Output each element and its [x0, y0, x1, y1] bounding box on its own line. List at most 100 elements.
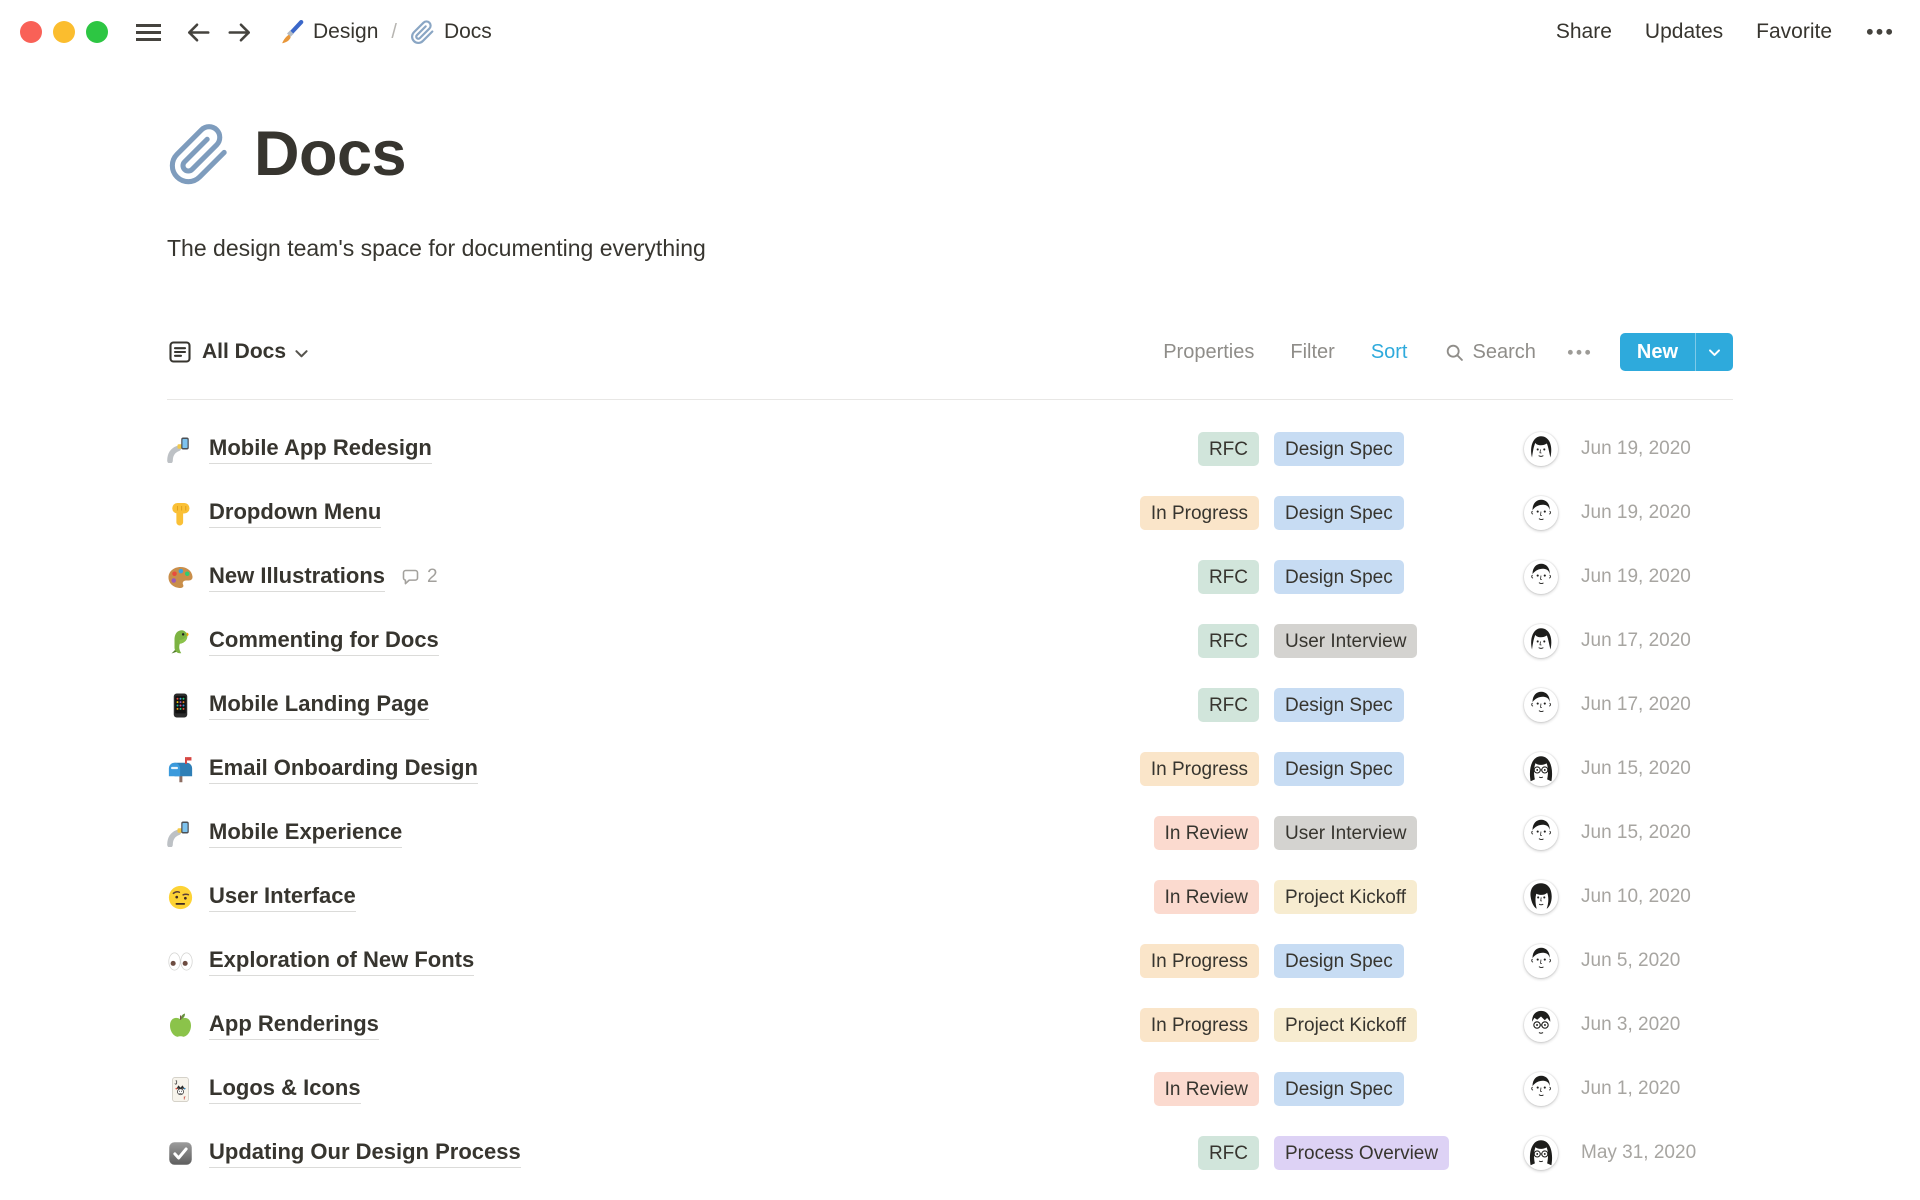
doctype-tag[interactable]: Process Overview [1274, 1136, 1450, 1171]
table-row[interactable]: App Renderings In Progress Project Kicko… [167, 993, 1733, 1057]
table-row[interactable]: Jr Logos & Icons In Review Design Spec J… [167, 1057, 1733, 1121]
status-tag[interactable]: RFC [1197, 624, 1259, 659]
avatar-woman-bob [1524, 432, 1558, 467]
breadcrumb-item-design[interactable]: Design [313, 20, 378, 44]
view-options-icon[interactable] [1566, 348, 1592, 356]
table-row[interactable]: Dropdown Menu In Progress Design Spec Ju… [167, 481, 1733, 545]
doc-title-link[interactable]: Exploration of New Fonts [209, 947, 475, 976]
share-button[interactable]: Share [1556, 20, 1612, 44]
mobile-phone-icon [167, 692, 194, 719]
table-row[interactable]: Mobile Experience In Review User Intervi… [167, 801, 1733, 865]
sort-button[interactable]: Sort [1371, 341, 1408, 364]
new-button-label[interactable]: New [1620, 333, 1695, 371]
more-options-icon[interactable] [1865, 27, 1894, 37]
doctype-tag[interactable]: Project Kickoff [1274, 1008, 1418, 1043]
favorite-button[interactable]: Favorite [1756, 20, 1832, 44]
doctype-tag[interactable]: User Interview [1274, 624, 1418, 659]
status-tag[interactable]: RFC [1197, 688, 1259, 723]
doctype-cell: Design Spec [1274, 752, 1498, 787]
page-subtitle[interactable]: The design team's space for documenting … [167, 234, 1760, 264]
doctype-tag[interactable]: Design Spec [1274, 944, 1404, 979]
doctype-tag[interactable]: Design Spec [1274, 560, 1404, 595]
doctype-cell: Project Kickoff [1274, 880, 1498, 915]
doc-title-link[interactable]: Mobile Landing Page [209, 691, 430, 720]
mailbox-icon [167, 756, 194, 783]
filter-button[interactable]: Filter [1290, 341, 1334, 364]
doc-title-link[interactable]: Dropdown Menu [209, 499, 382, 528]
doctype-tag[interactable]: User Interview [1274, 816, 1418, 851]
edited-date: Jun 19, 2020 [1581, 438, 1691, 460]
status-tag[interactable]: In Progress [1139, 944, 1259, 979]
doc-name-cell: New Illustrations 2 [167, 563, 1069, 592]
avatar-woman-bob [1524, 624, 1558, 659]
doc-title-link[interactable]: Commenting for Docs [209, 627, 439, 656]
doctype-tag[interactable]: Design Spec [1274, 1072, 1404, 1107]
table-row[interactable]: Email Onboarding Design In Progress Desi… [167, 737, 1733, 801]
table-row[interactable]: Updating Our Design Process RFC Process … [167, 1121, 1733, 1185]
minimize-window-icon[interactable] [53, 21, 75, 43]
edited-date: Jun 3, 2020 [1581, 1014, 1681, 1036]
new-dropdown-chevron-icon[interactable] [1695, 333, 1733, 372]
close-window-icon[interactable] [20, 21, 42, 43]
status-tag[interactable]: In Progress [1139, 1008, 1259, 1043]
status-tag[interactable]: In Review [1153, 816, 1259, 851]
properties-button[interactable]: Properties [1163, 341, 1254, 364]
table-row[interactable]: Exploration of New Fonts In Progress Des… [167, 929, 1733, 993]
status-tag[interactable]: In Progress [1139, 752, 1259, 787]
doctype-cell: User Interview [1274, 816, 1498, 851]
comment-count-badge[interactable]: 2 [400, 566, 438, 588]
page-content: Docs The design team's space for documen… [0, 121, 1760, 1185]
doc-title-link[interactable]: Mobile Experience [209, 819, 403, 848]
doc-title-link[interactable]: New Illustrations [209, 563, 386, 592]
search-button[interactable]: Search [1444, 341, 1536, 364]
doctype-cell: Design Spec [1274, 560, 1498, 595]
breadcrumb-item-docs[interactable]: Docs [444, 20, 492, 44]
table-row[interactable]: New Illustrations 2 RFC Design Spec Jun … [167, 545, 1733, 609]
doc-name-cell: Mobile App Redesign [167, 435, 1069, 464]
edited-date: May 31, 2020 [1581, 1142, 1697, 1164]
doc-name-cell: Exploration of New Fonts [167, 947, 1069, 976]
status-tag[interactable]: RFC [1197, 1136, 1259, 1171]
status-tag[interactable]: In Progress [1139, 496, 1259, 531]
forward-arrow-icon[interactable] [224, 17, 255, 48]
doc-title-link[interactable]: Updating Our Design Process [209, 1139, 521, 1168]
doctype-tag[interactable]: Design Spec [1274, 496, 1404, 531]
status-tag[interactable]: RFC [1197, 432, 1259, 467]
sidebar-menu-icon[interactable] [132, 16, 165, 49]
doc-name-cell: Updating Our Design Process [167, 1139, 1069, 1168]
page-title[interactable]: Docs [254, 121, 407, 187]
doctype-cell: Design Spec [1274, 432, 1498, 467]
zoom-window-icon[interactable] [86, 21, 108, 43]
updates-button[interactable]: Updates [1645, 20, 1723, 44]
back-arrow-icon[interactable] [183, 17, 214, 48]
status-cell: In Progress [1069, 752, 1259, 787]
new-button[interactable]: New [1619, 333, 1733, 372]
doc-title-link[interactable]: Mobile App Redesign [209, 435, 432, 464]
table-row[interactable]: Mobile App Redesign RFC Design Spec Jun … [167, 417, 1733, 481]
doc-title-link[interactable]: User Interface [209, 883, 356, 912]
doctype-tag[interactable]: Design Spec [1274, 432, 1404, 467]
table-row[interactable]: Commenting for Docs RFC User Interview J… [167, 609, 1733, 673]
doc-title-link[interactable]: App Renderings [209, 1011, 379, 1040]
edited-date: Jun 17, 2020 [1581, 630, 1691, 652]
status-cell: RFC [1069, 1136, 1259, 1171]
page-paperclip-icon[interactable] [167, 123, 231, 187]
status-tag[interactable]: In Review [1153, 1072, 1259, 1107]
doc-title-link[interactable]: Email Onboarding Design [209, 755, 478, 784]
table-row[interactable]: User Interface In Review Project Kickoff… [167, 865, 1733, 929]
edited-date: Jun 10, 2020 [1581, 886, 1691, 908]
doctype-tag[interactable]: Project Kickoff [1274, 880, 1418, 915]
status-cell: In Review [1069, 880, 1259, 915]
status-tag[interactable]: RFC [1197, 560, 1259, 595]
doctype-tag[interactable]: Design Spec [1274, 752, 1404, 787]
status-tag[interactable]: In Review [1153, 880, 1259, 915]
paperclip-icon [410, 19, 435, 45]
view-name: All Docs [202, 340, 287, 364]
doctype-cell: Design Spec [1274, 688, 1498, 723]
doctype-tag[interactable]: Design Spec [1274, 688, 1404, 723]
window-titlebar: Design / Docs Share Updates Favorite [0, 0, 1920, 64]
view-switcher[interactable]: All Docs [167, 339, 310, 365]
table-row[interactable]: Mobile Landing Page RFC Design Spec Jun … [167, 673, 1733, 737]
page-header: Docs [167, 121, 1760, 187]
doc-title-link[interactable]: Logos & Icons [209, 1075, 361, 1104]
